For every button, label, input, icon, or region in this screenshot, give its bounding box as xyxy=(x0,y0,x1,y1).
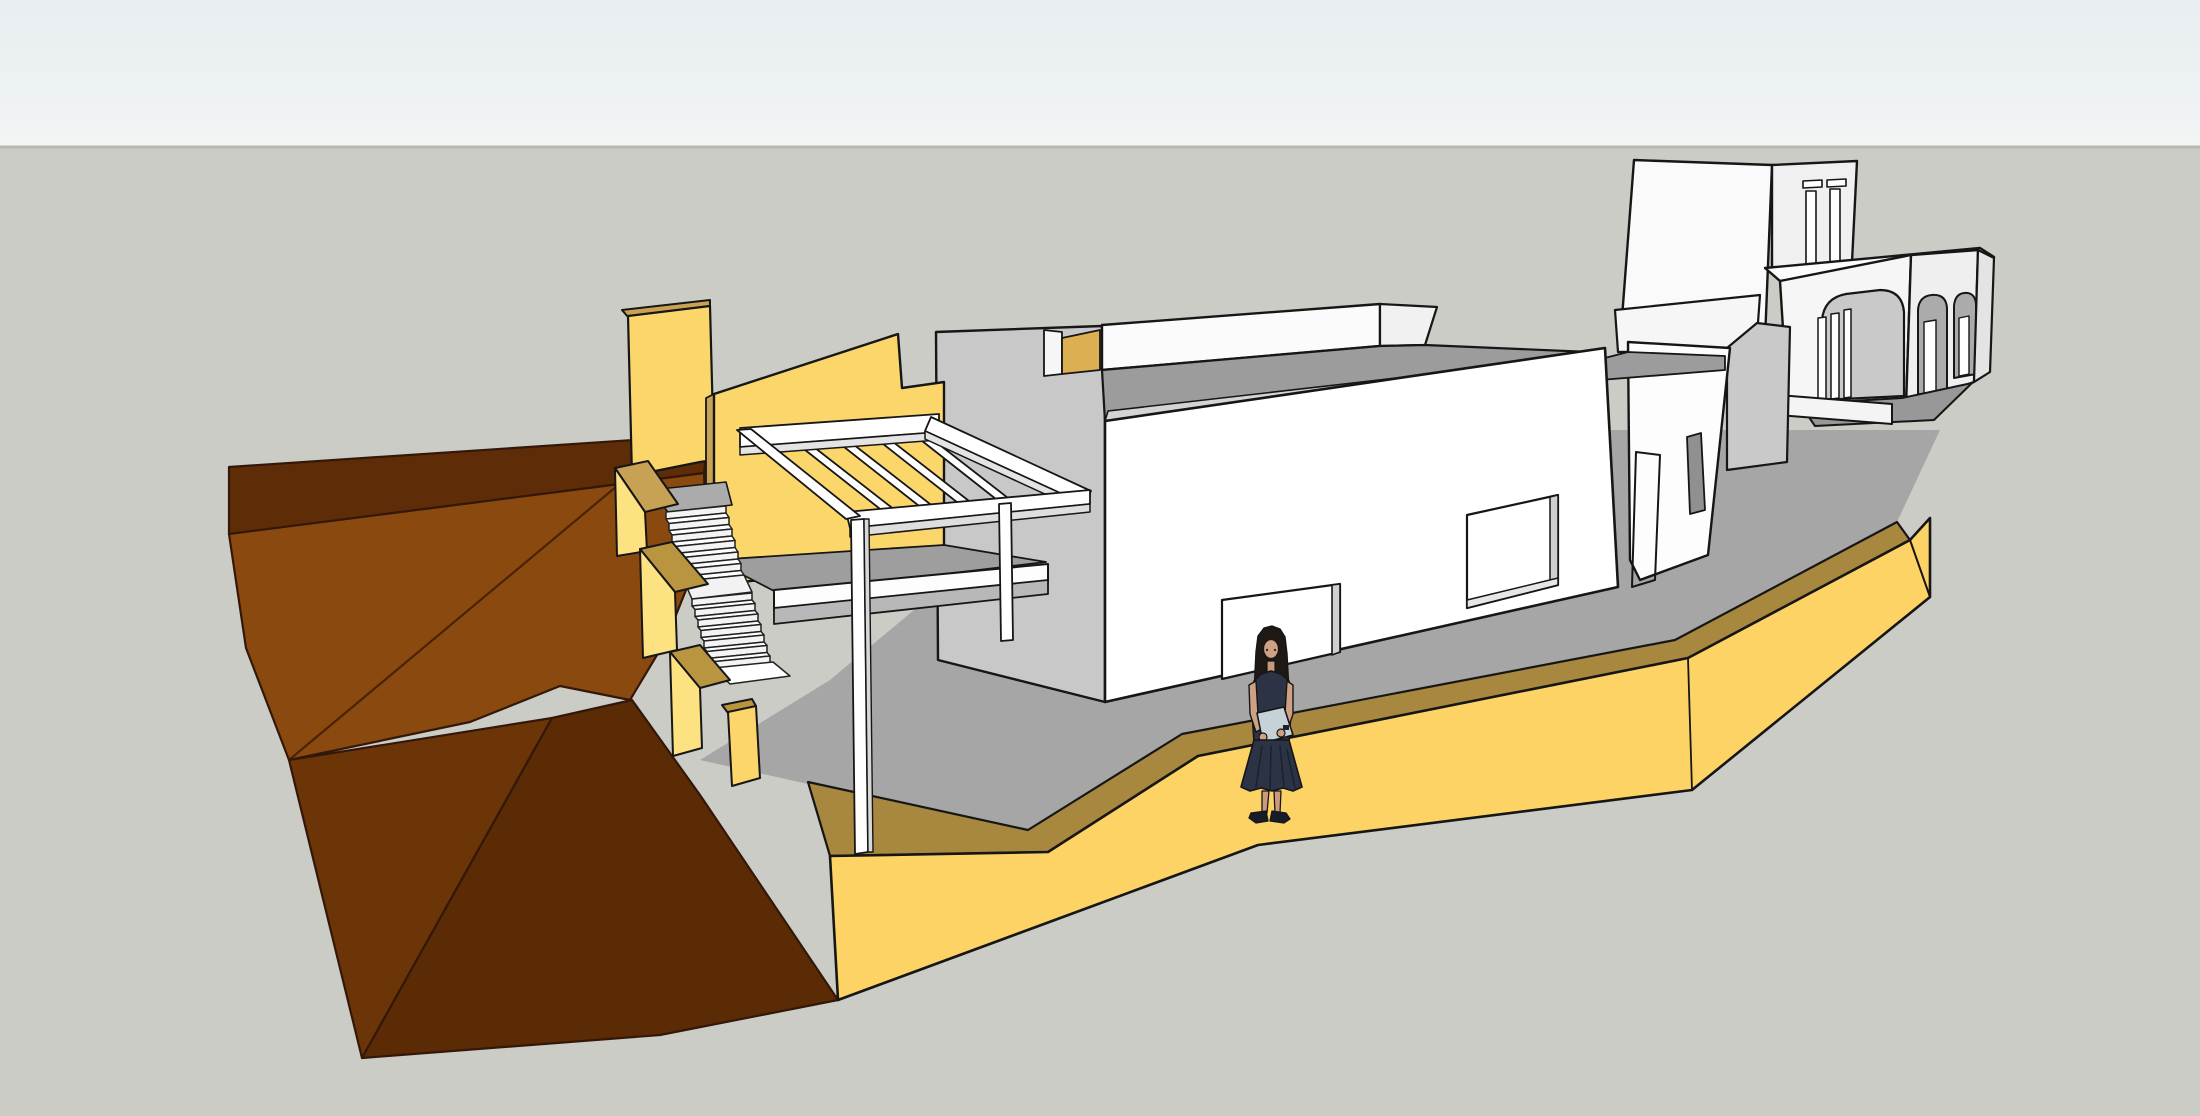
arch-column-2 xyxy=(1831,313,1839,399)
small-arch-2-pillar xyxy=(1959,316,1969,376)
figure-pleat-2 xyxy=(1270,746,1271,789)
door-jamb xyxy=(1332,584,1340,655)
arch-column-3 xyxy=(1844,309,1851,398)
model-viewport-stage xyxy=(0,0,2200,1116)
scene-root xyxy=(0,0,2200,1116)
figure-eye-left xyxy=(1266,649,1268,651)
tower-slot-1 xyxy=(1806,191,1816,268)
arch-column-1 xyxy=(1818,317,1826,400)
rear-right-face xyxy=(1727,323,1790,470)
loggia-right-end-face xyxy=(1974,250,1994,382)
sky xyxy=(0,0,2200,148)
figure-eye-right xyxy=(1274,649,1276,651)
pergola-post-right xyxy=(999,503,1013,641)
roof-white-strip xyxy=(1044,330,1062,376)
figure-face xyxy=(1264,640,1279,659)
roof-tan-block xyxy=(1062,330,1100,374)
back-wall-upper-face xyxy=(628,306,714,476)
figure-leg-left xyxy=(1262,791,1269,813)
rear-slot-window xyxy=(1687,433,1705,514)
tower-slot-cap-1 xyxy=(1803,180,1822,188)
window-jamb-right xyxy=(1550,495,1558,587)
figure-leg-right xyxy=(1274,791,1281,813)
stair-wall-d-face xyxy=(728,706,760,786)
small-arch-1-pillar xyxy=(1924,320,1936,396)
figure-hand-right xyxy=(1277,729,1285,737)
model-viewport[interactable] xyxy=(0,0,2200,1116)
tower-slot-2 xyxy=(1830,189,1840,267)
figure-watch xyxy=(1283,725,1289,730)
tower-slot-cap-2 xyxy=(1827,179,1846,187)
